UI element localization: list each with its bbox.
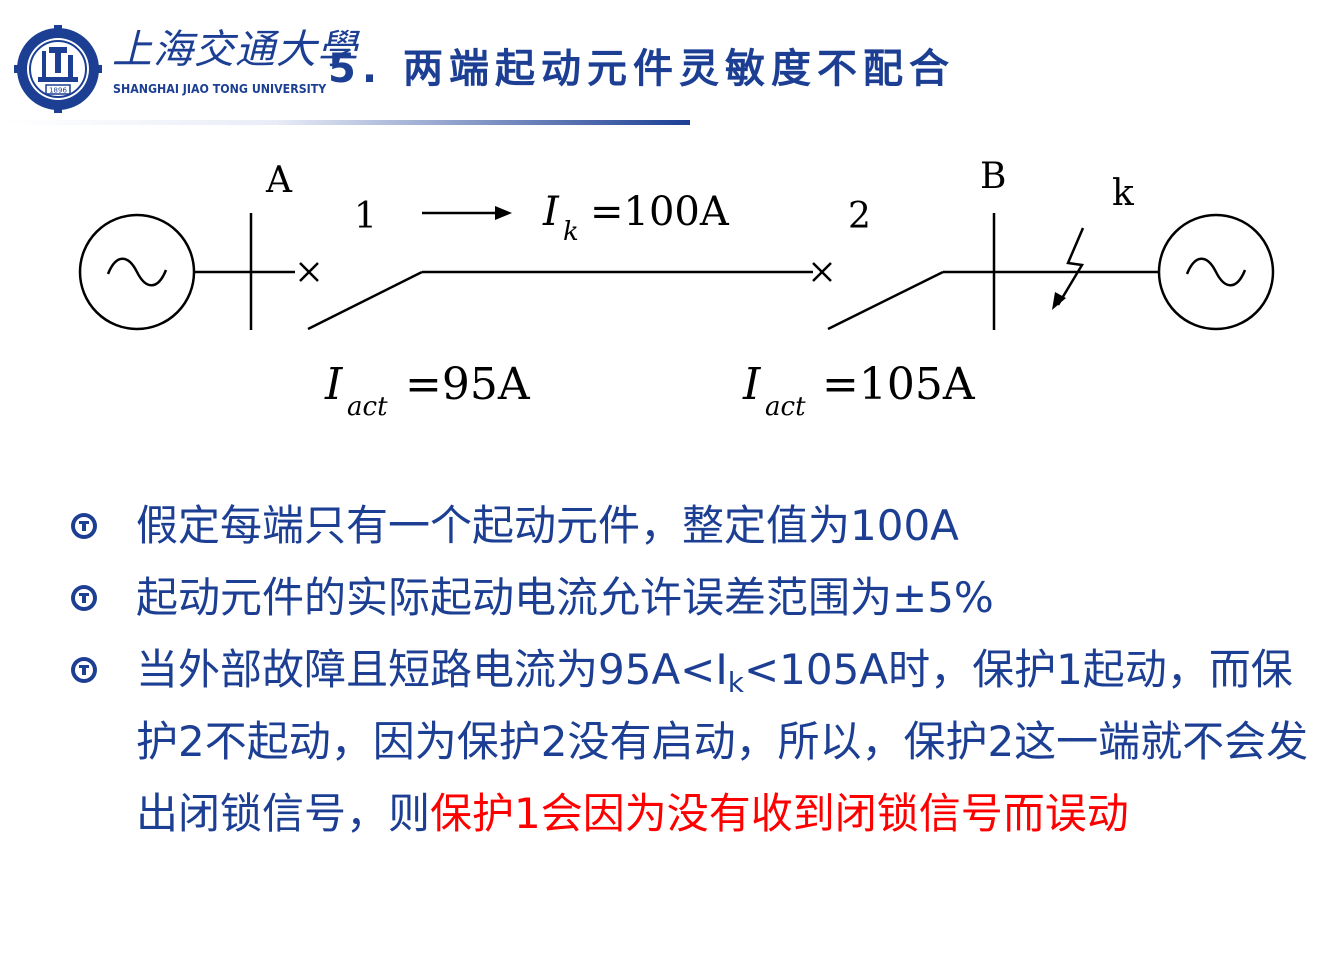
source-a-icon [78, 213, 196, 331]
act-1-value: =95A [405, 359, 531, 410]
bullet-text: 假定每端只有一个起动元件，整定值为100A [136, 501, 959, 550]
act-2-subscript: act [765, 392, 806, 422]
seal-bullet-icon [71, 513, 97, 539]
seal-bullet-icon [71, 657, 97, 683]
bullet-list: 假定每端只有一个起动元件，整定值为100A 起动元件的实际起动电流允许误差范围为… [70, 490, 1310, 850]
bullet-subscript: k [727, 666, 744, 699]
seal-bullet-icon [71, 585, 97, 611]
breaker-2-icon [812, 262, 832, 282]
list-item: 当外部故障且短路电流为95A<Ik<105A时，保护1起动，而保护2不起动，因为… [70, 634, 1310, 850]
bullet-text-part-1: 当外部故障且短路电流为95A<I [136, 645, 728, 694]
circuit-diagram: A B 1 2 k I k =100A I act =95A I act =10… [78, 156, 1275, 422]
university-seal-icon: 1896 [14, 25, 102, 113]
fault-current-subscript: k [563, 217, 579, 247]
fault-lightning-icon [1056, 227, 1085, 306]
university-name-cn: 上海交通大學 [112, 27, 358, 73]
title-underline [0, 120, 690, 125]
relay-2-label: 2 [848, 196, 871, 237]
act-1-subscript: act [347, 392, 388, 422]
university-name-en: SHANGHAI JIAO TONG UNIVERSITY [113, 82, 327, 96]
breaker-1-icon [299, 262, 319, 282]
act-1-symbol: I [324, 359, 344, 410]
act-2-value: =105A [822, 359, 976, 410]
slide-header: 1896 上海交通大學 SHANGHAI JIAO TONG UNIVERSIT… [0, 0, 1331, 130]
protection-2-curve [827, 270, 944, 331]
list-item: 假定每端只有一个起动元件，整定值为100A [70, 490, 1310, 562]
list-item: 起动元件的实际起动电流允许误差范围为±5% [70, 562, 1310, 634]
fault-current-value: =100A [590, 189, 730, 235]
bullet-highlight: 保护1会因为没有收到闭锁信号而误动 [430, 789, 1129, 838]
fault-k-label: k [1112, 173, 1135, 214]
logo-year: 1896 [49, 87, 67, 95]
bus-b-label: B [980, 156, 1006, 197]
bullet-text: 起动元件的实际起动电流允许误差范围为±5% [136, 573, 994, 622]
act-2-symbol: I [742, 359, 762, 410]
source-b-icon [1157, 213, 1275, 331]
relay-1-label: 1 [354, 196, 377, 237]
protection-1-curve [307, 270, 423, 331]
fault-current-symbol: I [542, 189, 560, 235]
bus-a-label: A [265, 160, 293, 201]
slide-title: 5. 两端起动元件灵敏度不配合 [328, 46, 955, 92]
